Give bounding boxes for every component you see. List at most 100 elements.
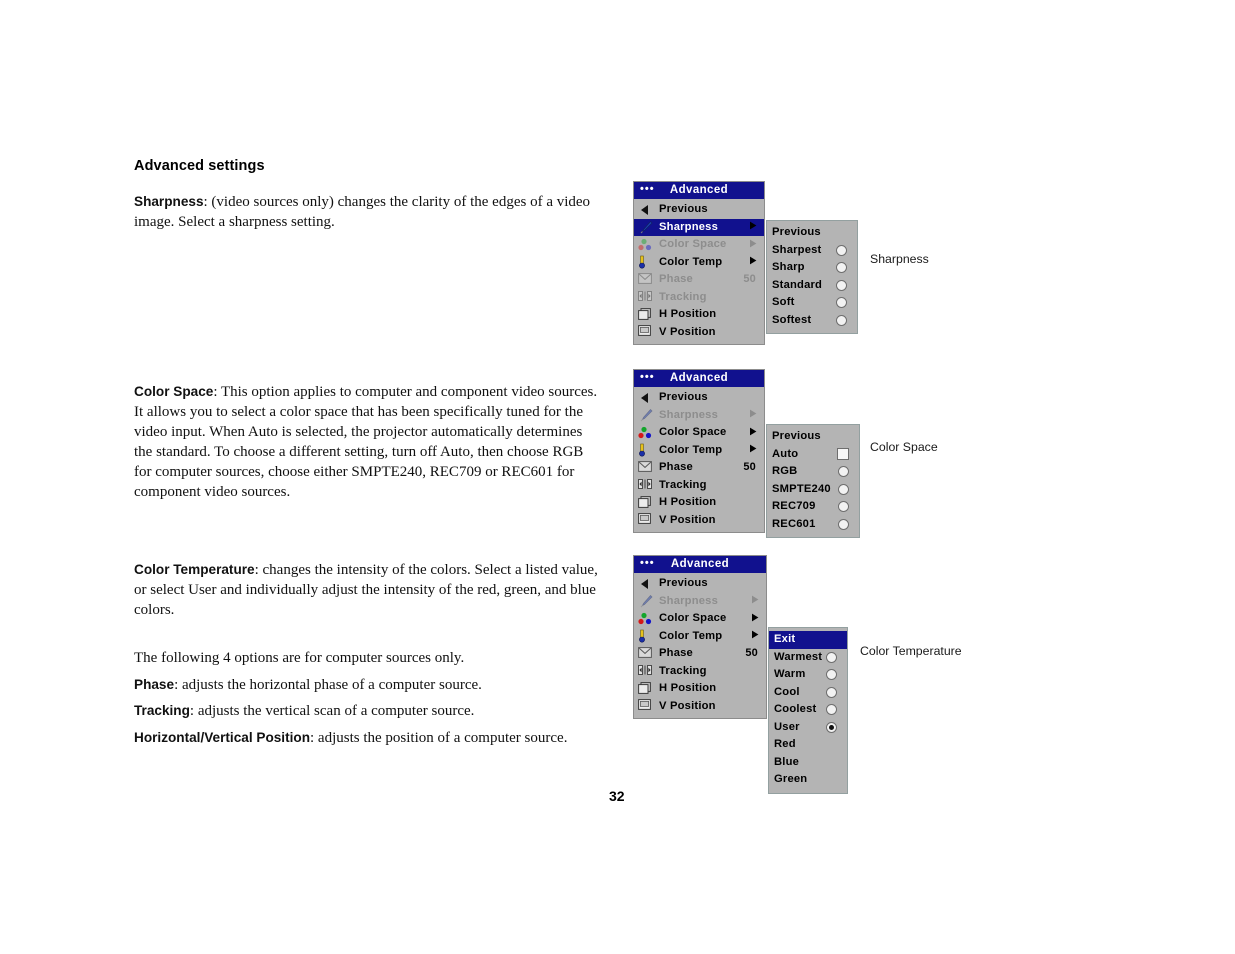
menu-item-sharpness[interactable]: Sharpness xyxy=(634,218,764,236)
tracking-icon xyxy=(638,664,654,678)
menu-item-phase[interactable]: Phase 50 xyxy=(634,459,764,477)
submenu-item-previous[interactable]: Previous xyxy=(767,224,857,242)
menu-item-phase[interactable]: Phase 50 xyxy=(634,645,766,663)
menu-item-previous[interactable]: Previous xyxy=(634,201,764,219)
submenu-item-label: Warm xyxy=(774,668,806,680)
menu-item-v-position[interactable]: V Position xyxy=(634,324,764,342)
submenu-item-blue[interactable]: Blue xyxy=(769,754,847,772)
menu-item-color-space[interactable]: Color Space xyxy=(634,610,766,628)
radio-button[interactable] xyxy=(826,669,837,681)
submenu-item-sharp[interactable]: Sharp xyxy=(767,259,857,277)
submenu-item-exit[interactable]: Exit xyxy=(769,631,847,649)
menu-item-tracking[interactable]: Tracking xyxy=(634,663,766,681)
checkbox[interactable] xyxy=(837,448,849,461)
submenu-item-rec601[interactable]: REC601 xyxy=(767,516,859,534)
radio-button[interactable] xyxy=(836,314,847,326)
previous-arrow-icon xyxy=(638,203,654,217)
menu-item-label: Color Temp xyxy=(659,255,723,268)
paragraph-color-temperature: Color Temperature: changes the intensity… xyxy=(134,560,604,620)
submenu-item-label: SMPTE240 xyxy=(772,482,831,495)
submenu-item-coolest[interactable]: Coolest xyxy=(769,701,847,719)
submenu-item-user[interactable]: User xyxy=(769,719,847,737)
submenu-item-label: Exit xyxy=(774,633,796,645)
submenu-item-cool[interactable]: Cool xyxy=(769,684,847,702)
submenu-arrow-icon xyxy=(747,221,759,233)
page-title: Advanced settings xyxy=(134,158,265,174)
menu-sharpness-items: Previous Sharpness Color Space Color Temp Ph… xyxy=(634,199,764,344)
menu-item-v-position[interactable]: V Position xyxy=(634,698,766,716)
submenu-item-label: Sharpest xyxy=(772,243,822,256)
color-dots-icon xyxy=(638,612,654,626)
menu-item-label: Tracking xyxy=(659,664,707,677)
radio-button[interactable] xyxy=(836,244,847,256)
radio-button[interactable] xyxy=(838,501,849,513)
submenu-item-label: REC709 xyxy=(772,500,816,512)
submenu-item-green[interactable]: Green xyxy=(769,771,847,789)
menu-sharpness-titlebar: ••• Advanced xyxy=(634,182,764,199)
menu-item-previous[interactable]: Previous xyxy=(634,575,766,593)
menu-item-label: Sharpness xyxy=(659,220,719,233)
submenu-item-red[interactable]: Red xyxy=(769,736,847,754)
radio-button[interactable] xyxy=(826,721,837,733)
submenu-item-standard[interactable]: Standard xyxy=(767,277,857,295)
phase-icon xyxy=(638,646,654,661)
term-sharpness: Sharpness xyxy=(134,194,204,209)
submenu-item-smpte240[interactable]: SMPTE240 xyxy=(767,481,859,499)
previous-arrow-icon xyxy=(638,391,654,405)
h-position-icon xyxy=(638,495,654,510)
submenu-arrow-icon xyxy=(749,630,761,642)
menu-item-color-space[interactable]: Color Space xyxy=(634,424,764,442)
menu-item-previous[interactable]: Previous xyxy=(634,389,764,407)
submenu-item-warmest[interactable]: Warmest xyxy=(769,649,847,667)
menu-item-label: V Position xyxy=(659,325,716,338)
radio-button[interactable] xyxy=(836,262,847,274)
paragraph-note: The following 4 options are for computer… xyxy=(134,650,465,666)
submenu-item-rgb[interactable]: RGB xyxy=(767,463,859,481)
menu-item-value: 50 xyxy=(745,647,758,659)
menu-colortemp-submenu: Exit Warmest Warm Cool Coolest User Red Blue Gre… xyxy=(768,627,848,794)
menu-item-tracking[interactable]: Tracking xyxy=(634,477,764,495)
submenu-item-label: Soft xyxy=(772,296,795,308)
radio-button[interactable] xyxy=(826,704,837,716)
menu-item-phase: Phase 50 xyxy=(634,271,764,289)
menu-item-label: Phase xyxy=(659,461,693,473)
radio-button[interactable] xyxy=(836,279,847,291)
submenu-item-label: Standard xyxy=(772,278,823,291)
submenu-arrow-icon xyxy=(747,427,759,439)
radio-button[interactable] xyxy=(826,686,837,698)
submenu-item-softest[interactable]: Softest xyxy=(767,312,857,330)
menu-item-v-position[interactable]: V Position xyxy=(634,512,764,530)
submenu-item-soft[interactable]: Soft xyxy=(767,294,857,312)
menu-item-color-temp[interactable]: Color Temp xyxy=(634,628,766,646)
paragraph-horizontal-vertical-position: Horizontal/Vertical Position: adjusts th… xyxy=(134,728,604,748)
menu-colortemp-items: Previous Sharpness Color Space Color Temp Ph… xyxy=(634,573,766,718)
menu-item-label: Sharpness xyxy=(659,408,719,421)
radio-button[interactable] xyxy=(838,466,849,478)
submenu-item-label: Previous xyxy=(772,430,821,442)
menu-colorspace-title-label: Advanced xyxy=(669,372,729,384)
radio-button[interactable] xyxy=(838,483,849,495)
submenu-item-previous[interactable]: Previous xyxy=(767,428,859,446)
submenu-item-label: Warmest xyxy=(774,650,823,663)
radio-button[interactable] xyxy=(836,297,847,309)
menu-item-label: V Position xyxy=(659,699,716,712)
submenu-item-warm[interactable]: Warm xyxy=(769,666,847,684)
menu-item-h-position[interactable]: H Position xyxy=(634,306,764,324)
submenu-item-sharpest[interactable]: Sharpest xyxy=(767,242,857,260)
thermometer-icon xyxy=(638,629,654,643)
submenu-item-auto[interactable]: Auto xyxy=(767,446,859,464)
menu-item-color-temp[interactable]: Color Temp xyxy=(634,442,764,460)
submenu-item-label: Coolest xyxy=(774,703,817,715)
menu-item-h-position[interactable]: H Position xyxy=(634,680,766,698)
submenu-item-rec709[interactable]: REC709 xyxy=(767,498,859,516)
menu-item-color-temp[interactable]: Color Temp xyxy=(634,254,764,272)
menu-item-h-position[interactable]: H Position xyxy=(634,494,764,512)
menu-item-label: H Position xyxy=(659,682,717,694)
radio-button[interactable] xyxy=(838,518,849,530)
submenu-item-label: RGB xyxy=(772,465,798,477)
submenu-item-label: User xyxy=(774,720,800,733)
phase-icon xyxy=(638,272,654,287)
caption-menu-colortemp: Color Temperature xyxy=(860,644,962,658)
submenu-arrow-icon xyxy=(749,613,761,625)
radio-button[interactable] xyxy=(826,651,837,663)
